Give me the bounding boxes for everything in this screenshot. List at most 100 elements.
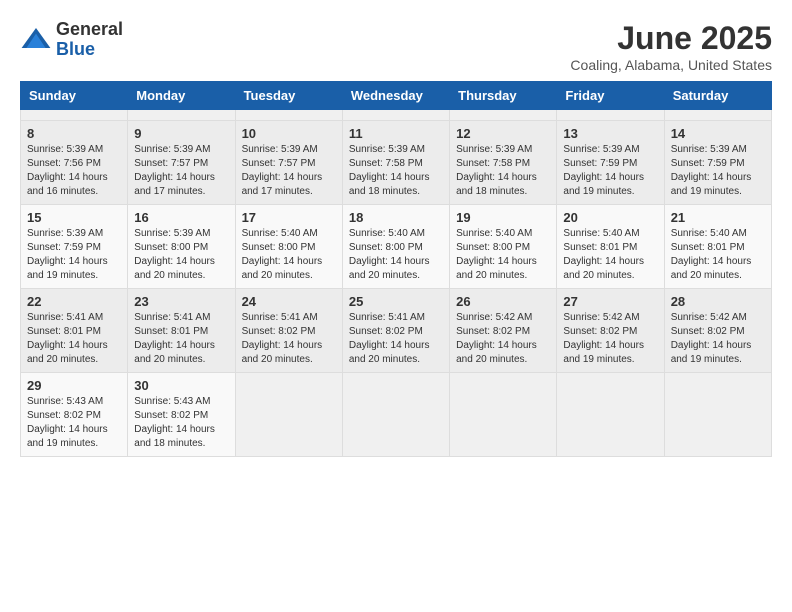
calendar-cell [342,110,449,121]
calendar-cell [664,110,771,121]
calendar-cell: 10 Sunrise: 5:39 AMSunset: 7:57 PMDayligh… [235,121,342,205]
day-number: 8 [27,126,121,141]
calendar-table: SundayMondayTuesdayWednesdayThursdayFrid… [20,81,772,457]
day-info: Sunrise: 5:40 AMSunset: 8:00 PMDaylight:… [242,227,336,283]
calendar-week-row: 22 Sunrise: 5:41 AMSunset: 8:01 PMDayligh… [21,289,772,373]
calendar-cell [342,373,449,457]
day-info: Sunrise: 5:41 AMSunset: 8:01 PMDaylight:… [134,311,228,367]
calendar-cell [235,373,342,457]
calendar-week-row: 29Sunrise: 5:43 AMSunset: 8:02 PMDayligh… [21,373,772,457]
calendar-cell: 27 Sunrise: 5:42 AMSunset: 8:02 PMDayligh… [557,289,664,373]
day-info: Sunrise: 5:42 AMSunset: 8:02 PMDaylight:… [671,311,765,367]
calendar-cell: 23 Sunrise: 5:41 AMSunset: 8:01 PMDayligh… [128,289,235,373]
day-info: Sunrise: 5:39 AMSunset: 7:59 PMDaylight:… [27,227,121,283]
day-info: Sunrise: 5:41 AMSunset: 8:01 PMDaylight:… [27,311,121,367]
weekday-header: Wednesday [342,82,449,110]
logo-blue-text: Blue [56,39,95,59]
calendar-cell [557,110,664,121]
day-info: Sunrise: 5:40 AMSunset: 8:00 PMDaylight:… [349,227,443,283]
calendar-cell [128,110,235,121]
weekday-header: Tuesday [235,82,342,110]
logo-icon [20,24,52,56]
day-info: Sunrise: 5:39 AMSunset: 7:58 PMDaylight:… [456,143,550,199]
day-number: 23 [134,294,228,309]
calendar-week-row: 8 Sunrise: 5:39 AMSunset: 7:56 PMDaylight… [21,121,772,205]
day-number: 17 [242,210,336,225]
calendar-cell [21,110,128,121]
calendar-cell: 26 Sunrise: 5:42 AMSunset: 8:02 PMDayligh… [450,289,557,373]
day-info: Sunrise: 5:41 AMSunset: 8:02 PMDaylight:… [349,311,443,367]
title-block: June 2025 Coaling, Alabama, United State… [570,20,772,73]
weekday-header-row: SundayMondayTuesdayWednesdayThursdayFrid… [21,82,772,110]
day-number: 20 [563,210,657,225]
calendar-cell: 9Sunrise: 5:39 AMSunset: 7:57 PMDaylight… [128,121,235,205]
calendar-cell: 13 Sunrise: 5:39 AMSunset: 7:59 PMDayligh… [557,121,664,205]
page-header: General Blue June 2025 Coaling, Alabama,… [20,20,772,73]
day-number: 27 [563,294,657,309]
weekday-header: Friday [557,82,664,110]
calendar-cell: 29Sunrise: 5:43 AMSunset: 8:02 PMDayligh… [21,373,128,457]
day-info: Sunrise: 5:42 AMSunset: 8:02 PMDaylight:… [456,311,550,367]
day-number: 13 [563,126,657,141]
day-info: Sunrise: 5:41 AMSunset: 8:02 PMDaylight:… [242,311,336,367]
day-info: Sunrise: 5:42 AMSunset: 8:02 PMDaylight:… [563,311,657,367]
calendar-cell: 28 Sunrise: 5:42 AMSunset: 8:02 PMDayligh… [664,289,771,373]
logo-general-text: General [56,19,123,39]
day-number: 24 [242,294,336,309]
weekday-header: Thursday [450,82,557,110]
calendar-cell: 30 Sunrise: 5:43 AMSunset: 8:02 PMDayligh… [128,373,235,457]
day-number: 21 [671,210,765,225]
day-info: Sunrise: 5:43 AMSunset: 8:02 PMDaylight:… [27,395,121,451]
calendar-cell [450,373,557,457]
day-info: Sunrise: 5:39 AMSunset: 7:59 PMDaylight:… [563,143,657,199]
day-number: 11 [349,126,443,141]
calendar-cell: 21 Sunrise: 5:40 AMSunset: 8:01 PMDayligh… [664,205,771,289]
day-info: Sunrise: 5:39 AMSunset: 7:57 PMDaylight:… [242,143,336,199]
calendar-cell: 18 Sunrise: 5:40 AMSunset: 8:00 PMDayligh… [342,205,449,289]
day-info: Sunrise: 5:39 AMSunset: 7:57 PMDaylight:… [134,143,228,199]
day-number: 26 [456,294,550,309]
day-number: 19 [456,210,550,225]
calendar-week-row: 15 Sunrise: 5:39 AMSunset: 7:59 PMDayligh… [21,205,772,289]
day-number: 16 [134,210,228,225]
day-number: 12 [456,126,550,141]
calendar-cell: 14 Sunrise: 5:39 AMSunset: 7:59 PMDayligh… [664,121,771,205]
calendar-cell [557,373,664,457]
calendar-cell: 22 Sunrise: 5:41 AMSunset: 8:01 PMDayligh… [21,289,128,373]
calendar-week-row [21,110,772,121]
calendar-cell: 24 Sunrise: 5:41 AMSunset: 8:02 PMDayligh… [235,289,342,373]
day-number: 10 [242,126,336,141]
day-number: 15 [27,210,121,225]
calendar-cell: 20 Sunrise: 5:40 AMSunset: 8:01 PMDayligh… [557,205,664,289]
day-number: 22 [27,294,121,309]
day-info: Sunrise: 5:40 AMSunset: 8:01 PMDaylight:… [563,227,657,283]
day-info: Sunrise: 5:39 AMSunset: 7:59 PMDaylight:… [671,143,765,199]
calendar-cell: 16 Sunrise: 5:39 AMSunset: 8:00 PMDayligh… [128,205,235,289]
month-title: June 2025 [570,20,772,57]
day-number: 28 [671,294,765,309]
calendar-cell: 19 Sunrise: 5:40 AMSunset: 8:00 PMDayligh… [450,205,557,289]
day-number: 18 [349,210,443,225]
day-number: 30 [134,378,228,393]
day-number: 25 [349,294,443,309]
location-text: Coaling, Alabama, United States [570,57,772,73]
day-info: Sunrise: 5:39 AMSunset: 7:56 PMDaylight:… [27,143,121,199]
weekday-header: Monday [128,82,235,110]
day-info: Sunrise: 5:39 AMSunset: 8:00 PMDaylight:… [134,227,228,283]
calendar-cell [664,373,771,457]
day-info: Sunrise: 5:40 AMSunset: 8:01 PMDaylight:… [671,227,765,283]
day-info: Sunrise: 5:39 AMSunset: 7:58 PMDaylight:… [349,143,443,199]
day-number: 14 [671,126,765,141]
calendar-cell: 25 Sunrise: 5:41 AMSunset: 8:02 PMDayligh… [342,289,449,373]
weekday-header: Sunday [21,82,128,110]
calendar-cell [450,110,557,121]
day-info: Sunrise: 5:40 AMSunset: 8:00 PMDaylight:… [456,227,550,283]
calendar-cell [235,110,342,121]
calendar-cell: 11 Sunrise: 5:39 AMSunset: 7:58 PMDayligh… [342,121,449,205]
calendar-cell: 12 Sunrise: 5:39 AMSunset: 7:58 PMDayligh… [450,121,557,205]
weekday-header: Saturday [664,82,771,110]
calendar-cell: 17 Sunrise: 5:40 AMSunset: 8:00 PMDayligh… [235,205,342,289]
day-info: Sunrise: 5:43 AMSunset: 8:02 PMDaylight:… [134,395,228,451]
calendar-cell: 15 Sunrise: 5:39 AMSunset: 7:59 PMDayligh… [21,205,128,289]
calendar-cell: 8 Sunrise: 5:39 AMSunset: 7:56 PMDaylight… [21,121,128,205]
